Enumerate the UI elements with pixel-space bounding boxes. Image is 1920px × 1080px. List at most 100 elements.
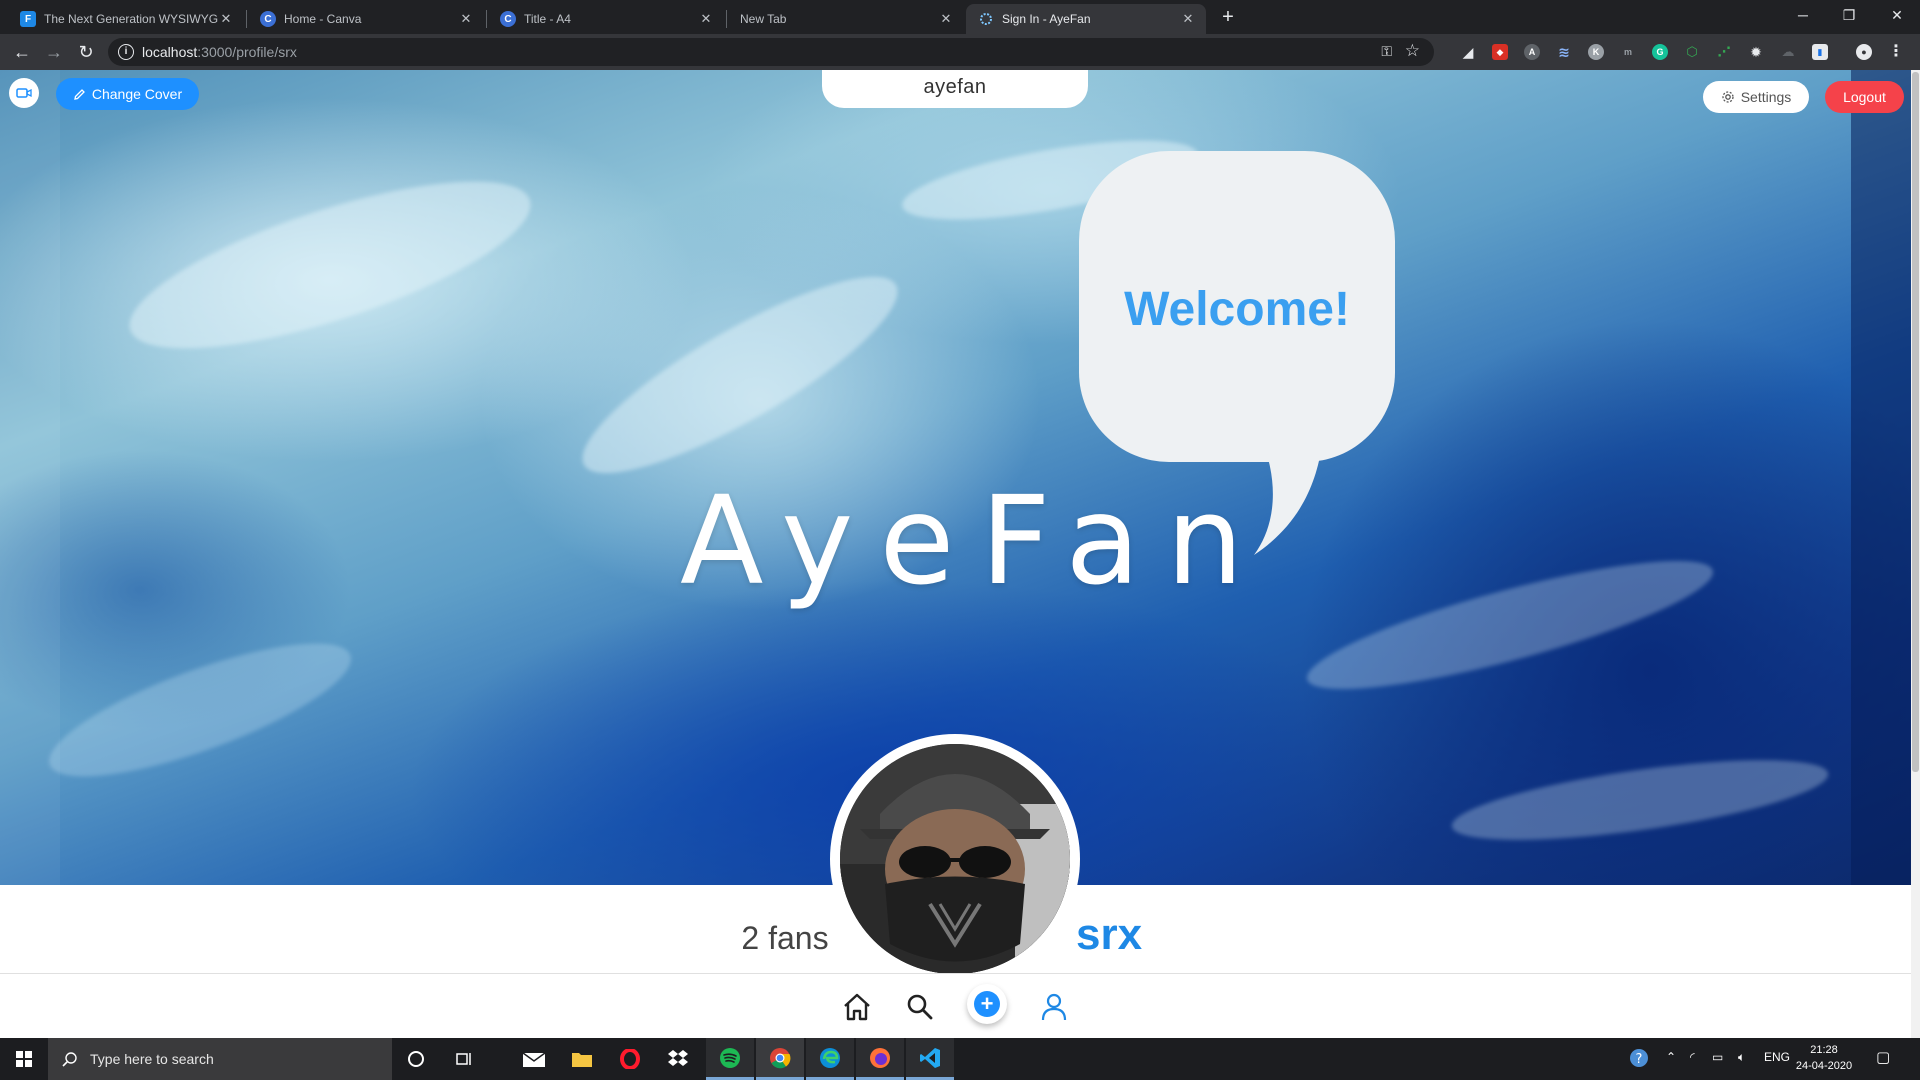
home-icon[interactable] [840,990,874,1024]
tab-separator [486,10,487,28]
extension-m-icon[interactable]: m [1620,44,1636,60]
browser-tab-bar: F The Next Generation WYSIWYG H ✕ C Home… [0,0,1920,34]
gear-icon [1722,91,1734,103]
dropbox-icon[interactable] [654,1038,702,1080]
page-viewport: Change Cover ayefan Settings Logout Welc… [0,70,1920,1038]
logout-button[interactable]: Logout [1825,81,1904,113]
extension-red-icon[interactable]: ◆ [1492,44,1508,60]
browser-toolbar: ← → ↻ i localhost:3000/profile/srx ⚿ ☆ ◢… [0,34,1920,70]
fans-count[interactable]: 2 fans [700,920,870,957]
restore-icon[interactable]: ❐ [1826,0,1872,30]
canva-favicon-icon: C [260,11,276,27]
cortana-icon[interactable] [392,1038,440,1080]
close-icon[interactable]: ✕ [698,11,714,27]
tab-new-tab[interactable]: New Tab ✕ [728,4,964,34]
task-view-icon[interactable] [440,1038,488,1080]
extension-wave-icon[interactable]: ≋ [1556,44,1572,60]
address-bar[interactable]: i localhost:3000/profile/srx ⚿ ☆ [108,38,1434,66]
volume-icon[interactable]: 🔈︎ [1738,1050,1745,1065]
change-cover-label: Change Cover [91,86,183,102]
taskbar-search-box[interactable]: Type here to search [48,1038,392,1080]
profile-avatar-icon[interactable]: ● [1856,44,1872,60]
extension-hex-icon[interactable]: ⬡ [1684,44,1700,60]
reload-icon[interactable]: ↻ [74,40,98,64]
chrome-icon[interactable] [756,1038,804,1080]
start-button[interactable] [0,1038,48,1080]
window-close-icon[interactable]: ✕ [1874,0,1920,30]
tab-ayefan-signin[interactable]: Sign In - AyeFan ✕ [966,4,1206,34]
tab-canva-a4[interactable]: C Title - A4 ✕ [488,4,724,34]
url-path: :3000/profile/srx [197,44,297,60]
system-clock[interactable]: 21:28 24-04-2020 [1794,1042,1854,1074]
language-indicator[interactable]: ENG [1764,1050,1790,1064]
firefox-icon[interactable] [856,1038,904,1080]
network-icon[interactable]: ◜ [1690,1050,1695,1064]
tab-title: The Next Generation WYSIWYG H [44,12,218,26]
ayefan-favicon-icon [978,11,994,27]
tab-wysiwyg[interactable]: F The Next Generation WYSIWYG H ✕ [8,4,244,34]
search-placeholder: Type here to search [90,1051,214,1067]
scrollbar-thumb[interactable] [1912,72,1919,772]
close-icon[interactable]: ✕ [1180,11,1196,27]
extension-k-icon[interactable]: K [1588,44,1604,60]
extension-cloud-icon[interactable]: ☁ [1780,44,1796,60]
cover-right-edge [1851,70,1911,885]
notification-icon[interactable]: ▢ [1876,1048,1890,1066]
new-tab-button[interactable]: + [1216,6,1240,30]
url-host: localhost [142,44,198,60]
settings-button[interactable]: Settings [1703,81,1809,113]
camera-button[interactable] [9,78,39,108]
add-post-button[interactable]: + [967,984,1007,1024]
minimize-icon[interactable]: ─ [1780,0,1826,30]
vscode-icon[interactable] [906,1038,954,1080]
forward-arrow-icon[interactable]: → [42,40,66,64]
clock-time: 21:28 [1810,1044,1838,1056]
clock-date: 24-04-2020 [1795,1060,1853,1072]
extension-dots-icon[interactable]: ⋰ [1716,44,1732,60]
windows-logo-icon [16,1051,32,1067]
extension-shark-icon[interactable]: ◢ [1460,44,1476,60]
close-icon[interactable]: ✕ [938,11,954,27]
close-icon[interactable]: ✕ [458,11,474,27]
user-profile-icon[interactable] [1037,990,1071,1024]
hero-title: AyeFan [680,470,1270,612]
menu-kebab-icon[interactable]: ⋮ [1888,44,1904,60]
battery-icon[interactable]: ▭ [1712,1050,1723,1064]
tab-title: New Tab [740,12,787,26]
tab-title: Home - Canva [284,12,362,26]
brand-logo[interactable]: ayefan [822,70,1088,108]
plus-icon: + [974,991,1000,1017]
back-arrow-icon[interactable]: ← [10,40,34,64]
extension-chart-icon[interactable]: ▮ [1812,44,1828,60]
tab-canva-home[interactable]: C Home - Canva ✕ [248,4,484,34]
mail-icon[interactable] [510,1038,558,1080]
welcome-text: Welcome! [1124,283,1350,336]
pencil-icon [74,88,85,100]
key-icon[interactable]: ⚿ [1381,43,1392,60]
tab-separator [726,10,727,28]
cover-left-edge [0,70,60,885]
change-cover-button[interactable]: Change Cover [56,78,199,110]
file-explorer-icon[interactable] [558,1038,606,1080]
opera-icon[interactable] [606,1038,654,1080]
extension-a-icon[interactable]: A [1524,44,1540,60]
extension-grammarly-icon[interactable]: G [1652,44,1668,60]
bookmark-star-icon[interactable]: ☆ [1405,41,1420,61]
close-icon[interactable]: ✕ [218,11,234,27]
froala-favicon-icon: F [20,11,36,27]
page-scrollbar[interactable] [1911,70,1920,1038]
avatar[interactable] [830,734,1080,984]
windows-taskbar: Type here to search ? ⌃ ◜ ▭ 🔈︎ ENG 21:28… [0,1038,1920,1080]
edge-icon[interactable] [806,1038,854,1080]
chevron-up-icon[interactable]: ⌃ [1666,1050,1676,1064]
search-icon [62,1052,77,1067]
tab-separator [246,10,247,28]
spotify-icon[interactable] [706,1038,754,1080]
masked-person-icon [840,744,1070,974]
extension-gear-icon[interactable]: ✹ [1748,44,1764,60]
site-info-icon[interactable]: i [118,44,134,60]
url-text[interactable]: localhost:3000/profile/srx [142,44,297,60]
help-icon[interactable]: ? [1628,1047,1650,1072]
bottom-navigation: + [0,973,1911,1038]
search-icon[interactable] [903,990,937,1024]
